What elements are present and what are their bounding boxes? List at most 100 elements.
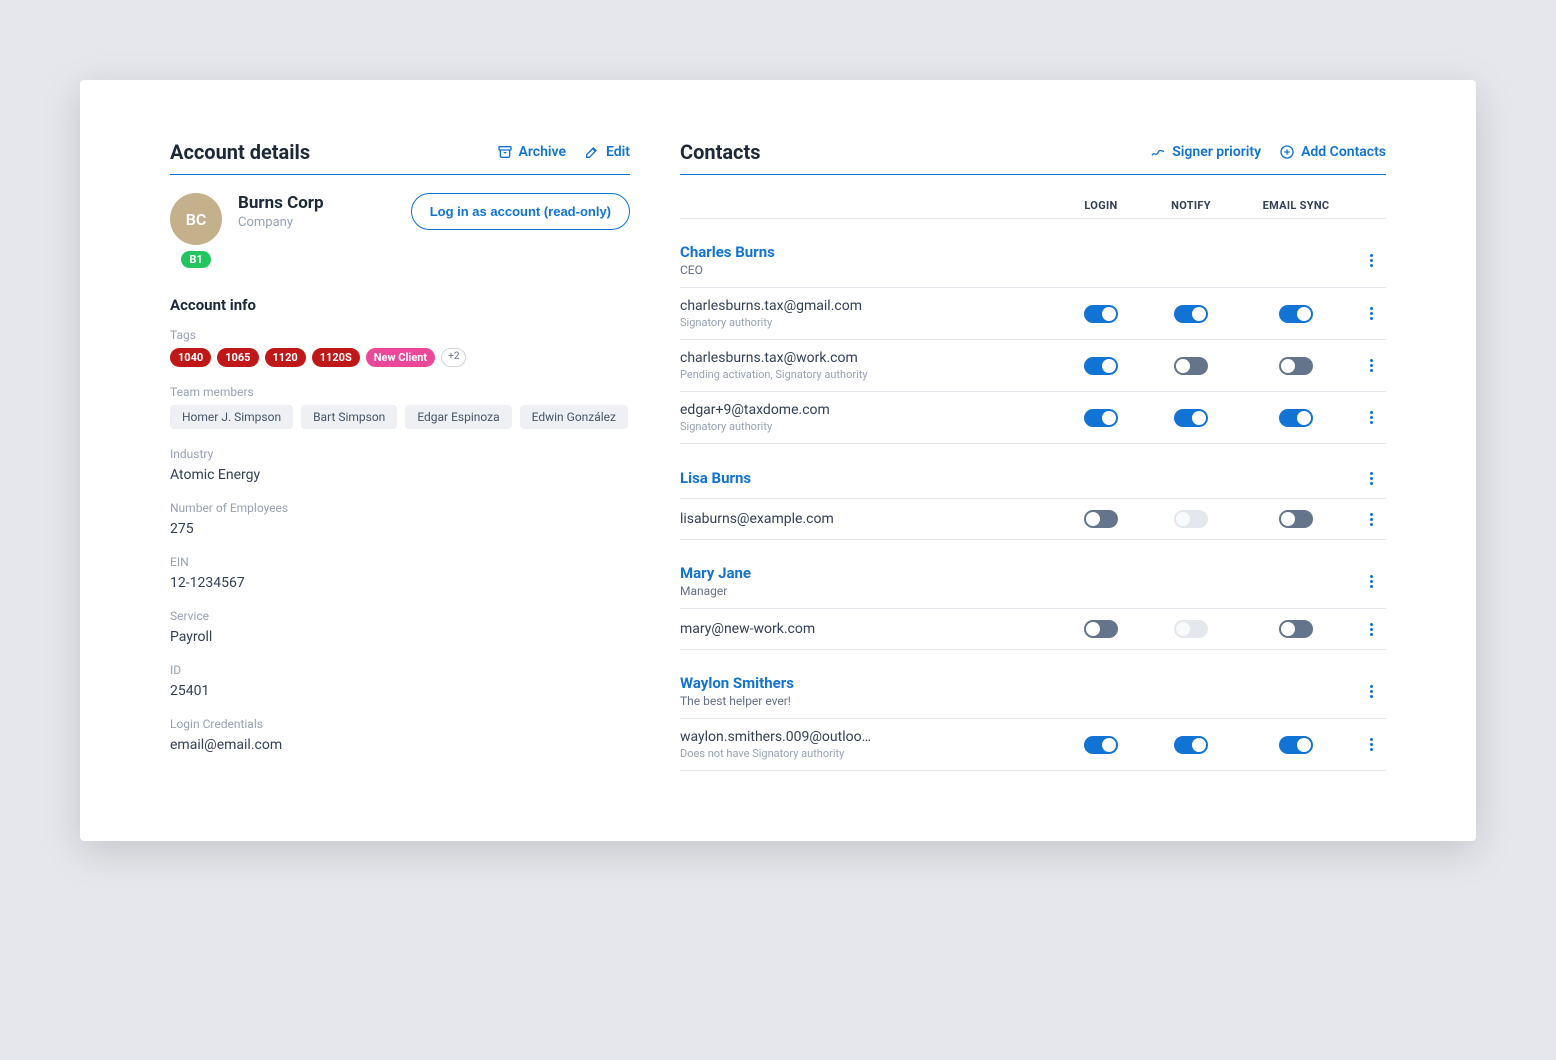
contact-name[interactable]: Lisa Burns <box>680 469 1356 487</box>
ein-label: EIN <box>170 555 630 569</box>
team-chip[interactable]: Bart Simpson <box>301 405 397 429</box>
contacts-body: Charles Burns CEO charlesburns.tax@gmail.c… <box>680 243 1386 771</box>
col-notify: NOTIFY <box>1146 199 1236 212</box>
more-menu[interactable] <box>1361 571 1381 591</box>
col-login: LOGIN <box>1056 199 1146 212</box>
tag[interactable]: 1040 <box>170 348 211 367</box>
more-menu[interactable] <box>1361 356 1381 376</box>
main-card: Account details Archive Edit BC B1 Burns… <box>80 80 1476 841</box>
team-chip[interactable]: Edgar Espinoza <box>405 405 511 429</box>
account-actions: Archive Edit <box>497 144 630 160</box>
col-email-sync: EMAIL SYNC <box>1236 199 1356 212</box>
more-menu[interactable] <box>1361 408 1381 428</box>
account-header: Account details Archive Edit <box>170 140 630 175</box>
toggle[interactable] <box>1279 736 1313 754</box>
signer-priority-label: Signer priority <box>1172 144 1261 160</box>
email-text: charlesburns.tax@gmail.com <box>680 298 1056 314</box>
contact-role: The best helper ever! <box>680 694 1356 708</box>
contacts-panel: Contacts Signer priority Add Contacts LO… <box>680 140 1386 771</box>
toggle[interactable] <box>1174 305 1208 323</box>
tag[interactable]: 1120 <box>265 348 306 367</box>
team-chip[interactable]: Edwin González <box>520 405 628 429</box>
avatar-wrap: BC B1 <box>170 193 222 268</box>
contacts-columns: LOGIN NOTIFY EMAIL SYNC <box>680 193 1386 219</box>
toggle[interactable] <box>1084 620 1118 638</box>
edit-label: Edit <box>606 144 630 160</box>
toggle[interactable] <box>1084 510 1118 528</box>
toggle[interactable] <box>1279 409 1313 427</box>
contact-name[interactable]: Waylon Smithers <box>680 674 1356 692</box>
toggle[interactable] <box>1279 357 1313 375</box>
industry-label: Industry <box>170 447 630 461</box>
more-menu[interactable] <box>1361 304 1381 324</box>
contact-group: Mary Jane Manager mary@new-work.com <box>680 564 1386 650</box>
contacts-actions: Signer priority Add Contacts <box>1150 144 1386 160</box>
more-menu[interactable] <box>1361 619 1381 639</box>
team-chip[interactable]: Homer J. Simpson <box>170 405 293 429</box>
email-row: lisaburns@example.com <box>680 499 1386 540</box>
add-contacts-button[interactable]: Add Contacts <box>1279 144 1386 160</box>
contact-name[interactable]: Mary Jane <box>680 564 1356 582</box>
contact-name[interactable]: Charles Burns <box>680 243 1356 261</box>
service-value: Payroll <box>170 629 630 645</box>
contact-group: Lisa Burns lisaburns@example.com <box>680 468 1386 540</box>
contacts-header: Contacts Signer priority Add Contacts <box>680 140 1386 175</box>
toggle[interactable] <box>1279 305 1313 323</box>
edit-button[interactable]: Edit <box>584 144 630 160</box>
more-menu[interactable] <box>1361 681 1381 701</box>
more-menu[interactable] <box>1361 509 1381 529</box>
archive-icon <box>497 144 513 160</box>
toggle[interactable] <box>1279 510 1313 528</box>
email-sub: Does not have Signatory authority <box>680 747 1056 760</box>
contact-header: Mary Jane Manager <box>680 564 1386 609</box>
employees-value: 275 <box>170 521 630 537</box>
more-menu[interactable] <box>1361 735 1381 755</box>
contact-header: Lisa Burns <box>680 468 1386 499</box>
tag[interactable]: 1120S <box>312 348 360 367</box>
archive-button[interactable]: Archive <box>497 144 566 160</box>
tags-label: Tags <box>170 328 630 342</box>
account-summary: BC B1 Burns Corp Company Log in as accou… <box>170 193 630 268</box>
toggle[interactable] <box>1279 620 1313 638</box>
contacts-title: Contacts <box>680 140 761 164</box>
signer-priority-icon <box>1150 144 1166 160</box>
service-label: Service <box>170 609 630 623</box>
email-text: lisaburns@example.com <box>680 511 1056 527</box>
login-as-account-button[interactable]: Log in as account (read-only) <box>411 193 630 230</box>
toggle[interactable] <box>1084 305 1118 323</box>
email-row: charlesburns.tax@work.comPending activat… <box>680 340 1386 392</box>
toggle[interactable] <box>1174 409 1208 427</box>
toggle[interactable] <box>1174 357 1208 375</box>
toggle[interactable] <box>1084 409 1118 427</box>
contact-role: CEO <box>680 263 1356 277</box>
toggle[interactable] <box>1084 736 1118 754</box>
email-row: edgar+9@taxdome.comSignatory authority <box>680 392 1386 444</box>
tag[interactable]: New Client <box>366 348 435 367</box>
account-title: Account details <box>170 140 310 164</box>
toggle <box>1174 510 1208 528</box>
login-value: email@email.com <box>170 737 630 753</box>
email-sub: Signatory authority <box>680 316 1056 329</box>
archive-label: Archive <box>519 144 566 160</box>
team-row: Homer J. Simpson Bart Simpson Edgar Espino… <box>170 405 630 429</box>
toggle[interactable] <box>1084 357 1118 375</box>
toggle <box>1174 620 1208 638</box>
contact-header: Charles Burns CEO <box>680 243 1386 288</box>
more-menu[interactable] <box>1361 250 1381 270</box>
tier-badge: B1 <box>181 251 210 268</box>
contact-role: Manager <box>680 584 1356 598</box>
email-row: waylon.smithers.009@outloo…Does not have… <box>680 719 1386 771</box>
ein-value: 12-1234567 <box>170 575 630 591</box>
email-row: mary@new-work.com <box>680 609 1386 650</box>
tag[interactable]: 1065 <box>217 348 258 367</box>
team-label: Team members <box>170 385 630 399</box>
contact-group: Charles Burns CEO charlesburns.tax@gmail.c… <box>680 243 1386 444</box>
signer-priority-button[interactable]: Signer priority <box>1150 144 1261 160</box>
more-menu[interactable] <box>1361 468 1381 488</box>
toggle[interactable] <box>1174 736 1208 754</box>
tag-more[interactable]: +2 <box>441 348 466 367</box>
contact-group: Waylon Smithers The best helper ever! wayl… <box>680 674 1386 771</box>
account-info-title: Account info <box>170 296 630 314</box>
employees-label: Number of Employees <box>170 501 630 515</box>
email-sub: Pending activation, Signatory authority <box>680 368 1056 381</box>
